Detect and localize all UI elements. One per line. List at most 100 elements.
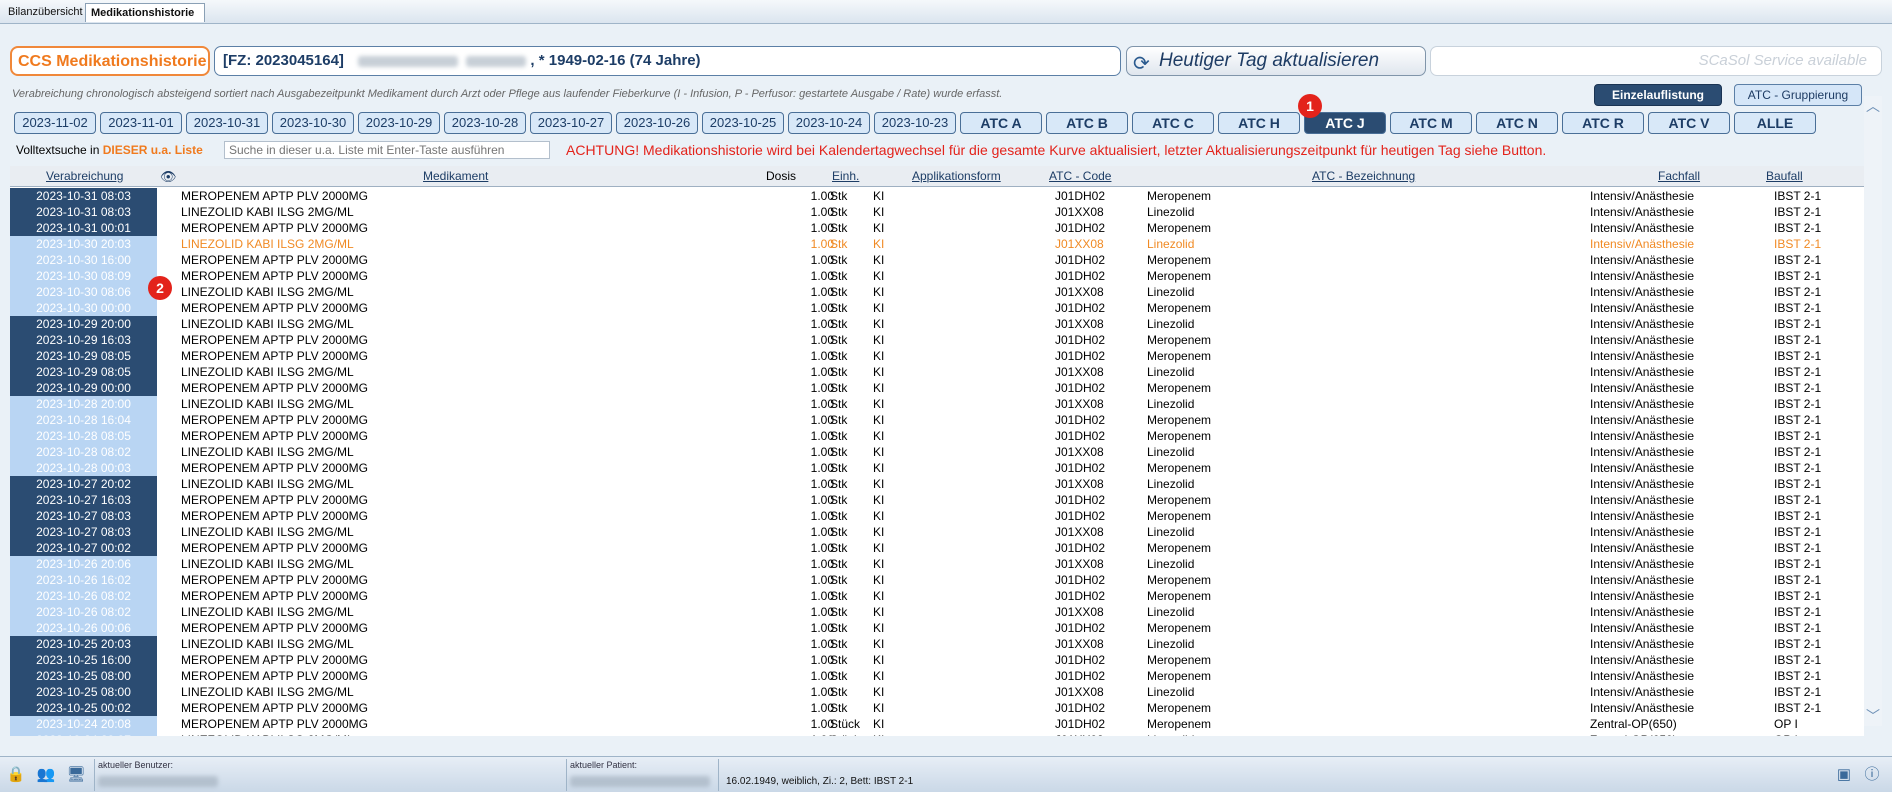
table-row[interactable]: 2023-10-30 00:00 MEROPENEM APTP PLV 2000M… <box>10 300 1864 316</box>
cell-app: KI <box>873 573 885 587</box>
monitor-icon[interactable]: 🖥 <box>66 765 86 785</box>
cell-app: KI <box>873 445 885 459</box>
users-icon[interactable]: 👥 <box>36 765 56 785</box>
refresh-today-button[interactable]: ⟳ Heutiger Tag aktualisieren <box>1126 46 1426 76</box>
cell-code: J01XX08 <box>1055 557 1104 571</box>
vertical-scrollbar[interactable]: ︿ ﹀ <box>1864 96 1882 726</box>
date-button[interactable]: 2023-11-02 <box>14 112 96 134</box>
atc-filter-button[interactable]: ATC V <box>1648 112 1730 134</box>
table-row[interactable]: 2023-10-25 08:00 LINEZOLID KABI ILSG 2MG/… <box>10 684 1864 700</box>
column-header-verabreichung[interactable]: Verabreichung <box>46 169 123 183</box>
table-row[interactable]: 2023-10-27 00:02 MEROPENEM APTP PLV 2000M… <box>10 540 1864 556</box>
table-row[interactable]: 2023-10-26 08:02 MEROPENEM APTP PLV 2000M… <box>10 588 1864 604</box>
atc-filter-button[interactable]: ATC C <box>1132 112 1214 134</box>
column-header-medikament[interactable]: Medikament <box>423 169 488 183</box>
table-row[interactable]: 2023-10-29 20:00 LINEZOLID KABI ILSG 2MG/… <box>10 316 1864 332</box>
cell-bau: IBST 2-1 <box>1774 397 1822 411</box>
lock-icon[interactable]: 🔒 <box>6 765 26 785</box>
eye-icon[interactable]: 👁 <box>160 169 177 185</box>
cell-bau: IBST 2-1 <box>1774 621 1822 635</box>
table-row[interactable]: 2023-10-27 16:03 MEROPENEM APTP PLV 2000M… <box>10 492 1864 508</box>
atc-filter-button[interactable]: ATC H <box>1218 112 1300 134</box>
column-header-applikationsform[interactable]: Applikationsform <box>912 169 1001 183</box>
table-row[interactable]: 2023-10-25 08:00 MEROPENEM APTP PLV 2000M… <box>10 668 1864 684</box>
table-row[interactable]: 2023-10-25 16:00 MEROPENEM APTP PLV 2000M… <box>10 652 1864 668</box>
column-header-einh[interactable]: Einh. <box>832 169 859 183</box>
date-button[interactable]: 2023-11-01 <box>100 112 182 134</box>
column-header-baufall[interactable]: Baufall <box>1766 169 1803 183</box>
table-row[interactable]: 2023-10-26 00:06 MEROPENEM APTP PLV 2000M… <box>10 620 1864 636</box>
table-row[interactable]: 2023-10-25 20:03 LINEZOLID KABI ILSG 2MG/… <box>10 636 1864 652</box>
table-row[interactable]: 2023-10-28 00:03 MEROPENEM APTP PLV 2000M… <box>10 460 1864 476</box>
table-row[interactable]: 2023-10-26 16:02 MEROPENEM APTP PLV 2000M… <box>10 572 1864 588</box>
cell-dose: 1.00 <box>810 221 834 235</box>
atc-filter-all-button[interactable]: ALLE <box>1734 112 1816 134</box>
screen-icon[interactable]: ▣ <box>1834 765 1854 785</box>
cell-med: MEROPENEM APTP PLV 2000MG <box>181 573 368 587</box>
scroll-up-icon[interactable]: ︿ <box>1866 96 1880 116</box>
cell-med: LINEZOLID KABI ILSG 2MG/ML <box>181 605 354 619</box>
date-button[interactable]: 2023-10-28 <box>444 112 526 134</box>
atc-filter-button[interactable]: ATC M <box>1390 112 1472 134</box>
table-row[interactable]: 2023-10-28 08:05 MEROPENEM APTP PLV 2000M… <box>10 428 1864 444</box>
table-row[interactable]: 2023-10-28 20:00 LINEZOLID KABI ILSG 2MG/… <box>10 396 1864 412</box>
atc-filter-button[interactable]: ATC R <box>1562 112 1644 134</box>
date-button[interactable]: 2023-10-24 <box>788 112 870 134</box>
atc-grouping-button[interactable]: ATC - Gruppierung <box>1734 84 1862 106</box>
patient-birth-age: , * 1949-02-16 (74 Jahre) <box>530 52 701 69</box>
table-row[interactable]: 2023-10-29 00:00 MEROPENEM APTP PLV 2000M… <box>10 380 1864 396</box>
table-row[interactable]: 2023-10-27 08:03 MEROPENEM APTP PLV 2000M… <box>10 508 1864 524</box>
tab-medikationshistorie[interactable]: Medikationshistorie <box>85 3 205 22</box>
date-button[interactable]: 2023-10-23 <box>874 112 956 134</box>
table-row[interactable]: 2023-10-31 08:03 LINEZOLID KABI ILSG 2MG/… <box>10 204 1864 220</box>
table-row[interactable]: 2023-10-30 08:09 MEROPENEM APTP PLV 2000M… <box>10 268 1864 284</box>
cell-app: KI <box>873 461 885 475</box>
table-row[interactable]: 2023-10-25 00:02 MEROPENEM APTP PLV 2000M… <box>10 700 1864 716</box>
tab-bilanzuebersicht[interactable]: Bilanzübersicht <box>3 3 85 22</box>
cell-dose: 1.00 <box>810 605 834 619</box>
atc-filter-button[interactable]: ATC A <box>960 112 1042 134</box>
info-icon[interactable]: ⓘ <box>1862 765 1882 785</box>
table-row[interactable]: 2023-10-31 00:01 MEROPENEM APTP PLV 2000M… <box>10 220 1864 236</box>
table-row[interactable]: 2023-10-30 20:03 LINEZOLID KABI ILSG 2MG/… <box>10 236 1864 252</box>
table-row[interactable]: 2023-10-24 20:07 LINEZOLID KABI ILSG 2MG/… <box>10 732 1864 736</box>
search-input[interactable] <box>224 141 550 159</box>
cell-code: J01DH02 <box>1055 253 1106 267</box>
table-row[interactable]: 2023-10-29 08:05 LINEZOLID KABI ILSG 2MG/… <box>10 364 1864 380</box>
date-button[interactable]: 2023-10-26 <box>616 112 698 134</box>
cell-app: KI <box>873 589 885 603</box>
cell-name: Linezolid <box>1147 605 1195 619</box>
cell-code: J01XX08 <box>1055 205 1104 219</box>
date-button[interactable]: 2023-10-29 <box>358 112 440 134</box>
table-row[interactable]: 2023-10-29 08:05 MEROPENEM APTP PLV 2000M… <box>10 348 1864 364</box>
cell-app: KI <box>873 205 885 219</box>
scroll-down-icon[interactable]: ﹀ <box>1866 706 1880 726</box>
table-row[interactable]: 2023-10-30 08:06 LINEZOLID KABI ILSG 2MG/… <box>10 284 1864 300</box>
atc-filter-button[interactable]: ATC N <box>1476 112 1558 134</box>
cell-dt: 2023-10-27 20:02 <box>10 476 157 492</box>
table-row[interactable]: 2023-10-29 16:03 MEROPENEM APTP PLV 2000M… <box>10 332 1864 348</box>
date-button[interactable]: 2023-10-30 <box>272 112 354 134</box>
date-button[interactable]: 2023-10-27 <box>530 112 612 134</box>
table-row[interactable]: 2023-10-30 16:00 MEROPENEM APTP PLV 2000M… <box>10 252 1864 268</box>
table-row[interactable]: 2023-10-28 16:04 MEROPENEM APTP PLV 2000M… <box>10 412 1864 428</box>
date-button[interactable]: 2023-10-31 <box>186 112 268 134</box>
table-row[interactable]: 2023-10-26 20:06 LINEZOLID KABI ILSG 2MG/… <box>10 556 1864 572</box>
table-row[interactable]: 2023-10-24 20:08 MEROPENEM APTP PLV 2000M… <box>10 716 1864 732</box>
table-row[interactable]: 2023-10-27 08:03 LINEZOLID KABI ILSG 2MG/… <box>10 524 1864 540</box>
atc-filter-button[interactable]: ATC B <box>1046 112 1128 134</box>
date-button[interactable]: 2023-10-25 <box>702 112 784 134</box>
single-listing-button[interactable]: Einzelauflistung <box>1594 84 1722 106</box>
cell-unit: Stk <box>830 205 848 219</box>
cell-dt: 2023-10-25 08:00 <box>10 668 157 684</box>
table-row[interactable]: 2023-10-31 08:03 MEROPENEM APTP PLV 2000M… <box>10 188 1864 204</box>
column-header-atc-code[interactable]: ATC - Code <box>1049 169 1111 183</box>
column-header-atc-bezeichnung[interactable]: ATC - Bezeichnung <box>1312 169 1415 183</box>
column-header-fachfall[interactable]: Fachfall <box>1658 169 1700 183</box>
table-row[interactable]: 2023-10-26 08:02 LINEZOLID KABI ILSG 2MG/… <box>10 604 1864 620</box>
cell-code: J01DH02 <box>1055 621 1106 635</box>
cell-name: Meropenem <box>1147 573 1212 587</box>
table-row[interactable]: 2023-10-28 08:02 LINEZOLID KABI ILSG 2MG/… <box>10 444 1864 460</box>
table-row[interactable]: 2023-10-27 20:02 LINEZOLID KABI ILSG 2MG/… <box>10 476 1864 492</box>
cell-dose: 1.00 <box>810 573 834 587</box>
